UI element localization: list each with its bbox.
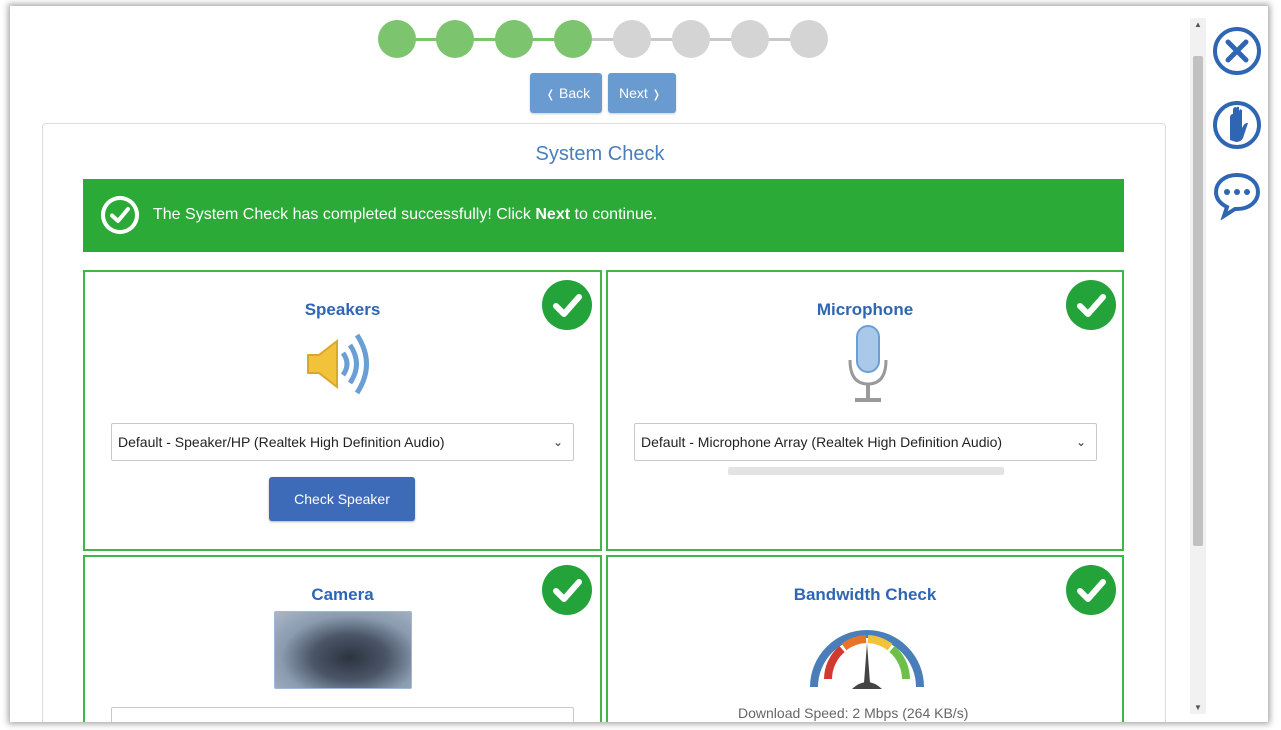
speaker-device-select[interactable]: Default - Speaker/HP (Realtek High Defin… (111, 423, 574, 461)
main-content: ❬ Back Next ❭ System Check The System Chec… (10, 6, 1190, 722)
speakers-title: Speakers (304, 300, 381, 319)
progress-stepper (378, 20, 830, 60)
camera-check-icon (542, 565, 592, 615)
camera-panel: Camera (83, 555, 602, 722)
close-icon[interactable] (1212, 26, 1262, 76)
microphone-panel: Microphone Default - Microphone Array (R… (606, 270, 1124, 551)
camera-preview (274, 611, 412, 689)
success-banner: The System Check has completed successfu… (83, 179, 1124, 252)
microphone-title: Microphone (816, 300, 914, 319)
back-button[interactable]: ❬ Back (530, 73, 602, 113)
page-title: System Check (535, 143, 665, 165)
check-speaker-button[interactable]: Check Speaker (269, 477, 415, 521)
microphone-check-icon (1066, 280, 1116, 330)
step-4 (554, 20, 592, 58)
speedometer-icon (808, 609, 926, 689)
scroll-up-arrow-icon[interactable]: ▲ (1194, 20, 1202, 29)
step-7 (731, 20, 769, 58)
microphone-device-value: Default - Microphone Array (Realtek High… (641, 434, 1003, 450)
next-label: Next (618, 85, 648, 101)
stepper-track-done (398, 38, 573, 41)
chat-icon[interactable] (1212, 170, 1262, 221)
step-8 (790, 20, 828, 58)
check-circle-icon (101, 196, 139, 234)
step-2 (436, 20, 474, 58)
chevron-down-icon: ⌄ (1075, 435, 1086, 449)
speaker-device-value: Default - Speaker/HP (Realtek High Defin… (118, 434, 445, 450)
microphone-level-meter (728, 467, 1004, 475)
bandwidth-check-icon (1066, 565, 1116, 615)
step-6 (672, 20, 710, 58)
speaker-icon (303, 327, 383, 401)
chevron-left-icon: ❬ (545, 89, 556, 101)
camera-device-select[interactable] (111, 707, 574, 722)
speakers-panel: Speakers Default - Speaker/HP (Realtek H… (83, 270, 602, 551)
chevron-down-icon: ⌄ (552, 435, 563, 449)
bandwidth-panel: Bandwidth Check Download Speed: 2 Mbps (… (606, 555, 1124, 722)
app-window: ❬ Back Next ❭ System Check The System Chec… (10, 6, 1268, 722)
back-label: Back (559, 85, 591, 101)
banner-bold: Next (535, 206, 571, 223)
next-button[interactable]: Next ❭ (608, 73, 676, 113)
banner-message: The System Check has completed successfu… (153, 206, 657, 224)
scrollbar-thumb[interactable] (1193, 56, 1203, 546)
bandwidth-status: Download Speed: 2 Mbps (264 KB/s) (738, 705, 969, 721)
step-1 (378, 20, 416, 58)
banner-text: The System Check has completed successfu… (153, 206, 536, 223)
banner-text-suffix: to continue. (570, 206, 658, 223)
scroll-down-arrow-icon[interactable]: ▼ (1194, 703, 1202, 712)
step-3 (495, 20, 533, 58)
microphone-device-select[interactable]: Default - Microphone Array (Realtek High… (634, 423, 1097, 461)
vertical-scrollbar[interactable]: ▲ ▼ (1190, 18, 1206, 714)
microphone-icon (846, 324, 890, 406)
chevron-right-icon: ❭ (651, 89, 661, 101)
camera-title: Camera (311, 585, 374, 604)
speakers-check-icon (542, 280, 592, 330)
step-5 (613, 20, 651, 58)
bandwidth-title: Bandwidth Check (793, 585, 937, 604)
raise-hand-icon[interactable] (1212, 100, 1262, 150)
